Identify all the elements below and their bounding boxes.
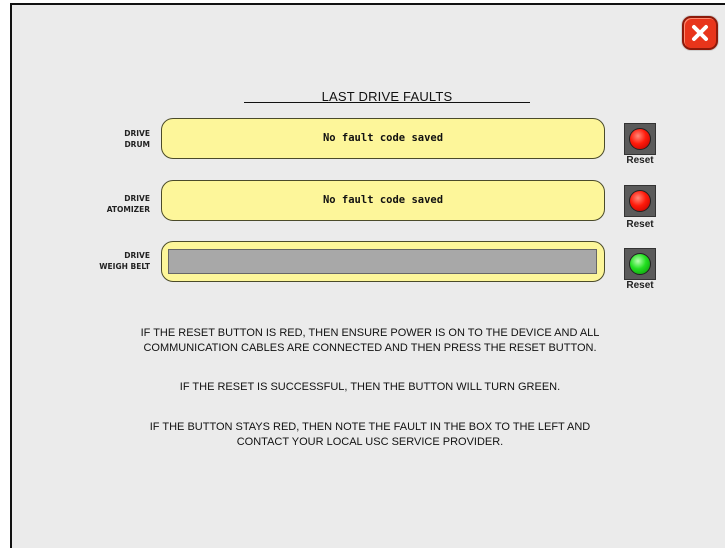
instruction-paragraph-1: IF THE RESET BUTTON IS RED, THEN ENSURE … <box>40 326 700 356</box>
drive-atomizer-reset-button[interactable] <box>624 185 656 217</box>
title-underline <box>244 102 530 103</box>
title-container: LAST DRIVE FAULTS <box>244 88 530 106</box>
drive-atomizer-fault-text: No fault code saved <box>322 194 444 206</box>
drive-drum-reset-button[interactable] <box>624 123 656 155</box>
drive-weigh-belt-reset-label[interactable]: Reset <box>620 280 660 291</box>
drive-drum-reset-label[interactable]: Reset <box>620 155 660 166</box>
drive-atomizer-fault-box: No fault code saved <box>161 180 605 221</box>
instruction-paragraph-2: IF THE RESET IS SUCCESSFUL, THEN THE BUT… <box>40 380 700 395</box>
close-icon <box>692 25 708 41</box>
instruction-1-line-2: COMMUNICATION CABLES ARE CONNECTED AND T… <box>143 342 597 354</box>
drive-weigh-belt-reset-button[interactable] <box>624 248 656 280</box>
drive-atomizer-reset-label[interactable]: Reset <box>620 219 660 230</box>
drive-atomizer-label-line1: DRIVE <box>124 194 150 203</box>
drive-weigh-belt-label-line2: WEIGH BELT <box>99 262 150 271</box>
drive-drum-status-lamp-icon <box>629 128 651 150</box>
drive-atomizer-label-line2: ATOMIZER <box>106 205 150 214</box>
drive-weigh-belt-fault-field <box>168 249 597 274</box>
instruction-2-line-1: IF THE RESET IS SUCCESSFUL, THEN THE BUT… <box>179 381 561 393</box>
drive-weigh-belt-status-lamp-icon <box>629 253 651 275</box>
drive-weigh-belt-fault-box <box>161 241 605 282</box>
drive-drum-fault-text: No fault code saved <box>322 132 444 144</box>
instruction-1-line-1: IF THE RESET BUTTON IS RED, THEN ENSURE … <box>140 327 600 339</box>
drive-atomizer-label: DRIVE ATOMIZER <box>10 193 150 215</box>
drive-drum-fault-box: No fault code saved <box>161 118 605 159</box>
drive-drum-label-line1: DRIVE <box>124 129 150 138</box>
instruction-3-line-1: IF THE BUTTON STAYS RED, THEN NOTE THE F… <box>149 421 591 433</box>
close-button[interactable] <box>682 16 718 50</box>
drive-weigh-belt-label-line1: DRIVE <box>124 251 150 260</box>
drive-atomizer-status-lamp-icon <box>629 190 651 212</box>
drive-drum-label-line2: DRUM <box>124 140 150 149</box>
instruction-3-line-2: CONTACT YOUR LOCAL USC SERVICE PROVIDER. <box>236 436 504 448</box>
drive-weigh-belt-label: DRIVE WEIGH BELT <box>10 250 150 272</box>
drive-drum-label: DRIVE DRUM <box>10 128 150 150</box>
instruction-paragraph-3: IF THE BUTTON STAYS RED, THEN NOTE THE F… <box>40 420 700 450</box>
